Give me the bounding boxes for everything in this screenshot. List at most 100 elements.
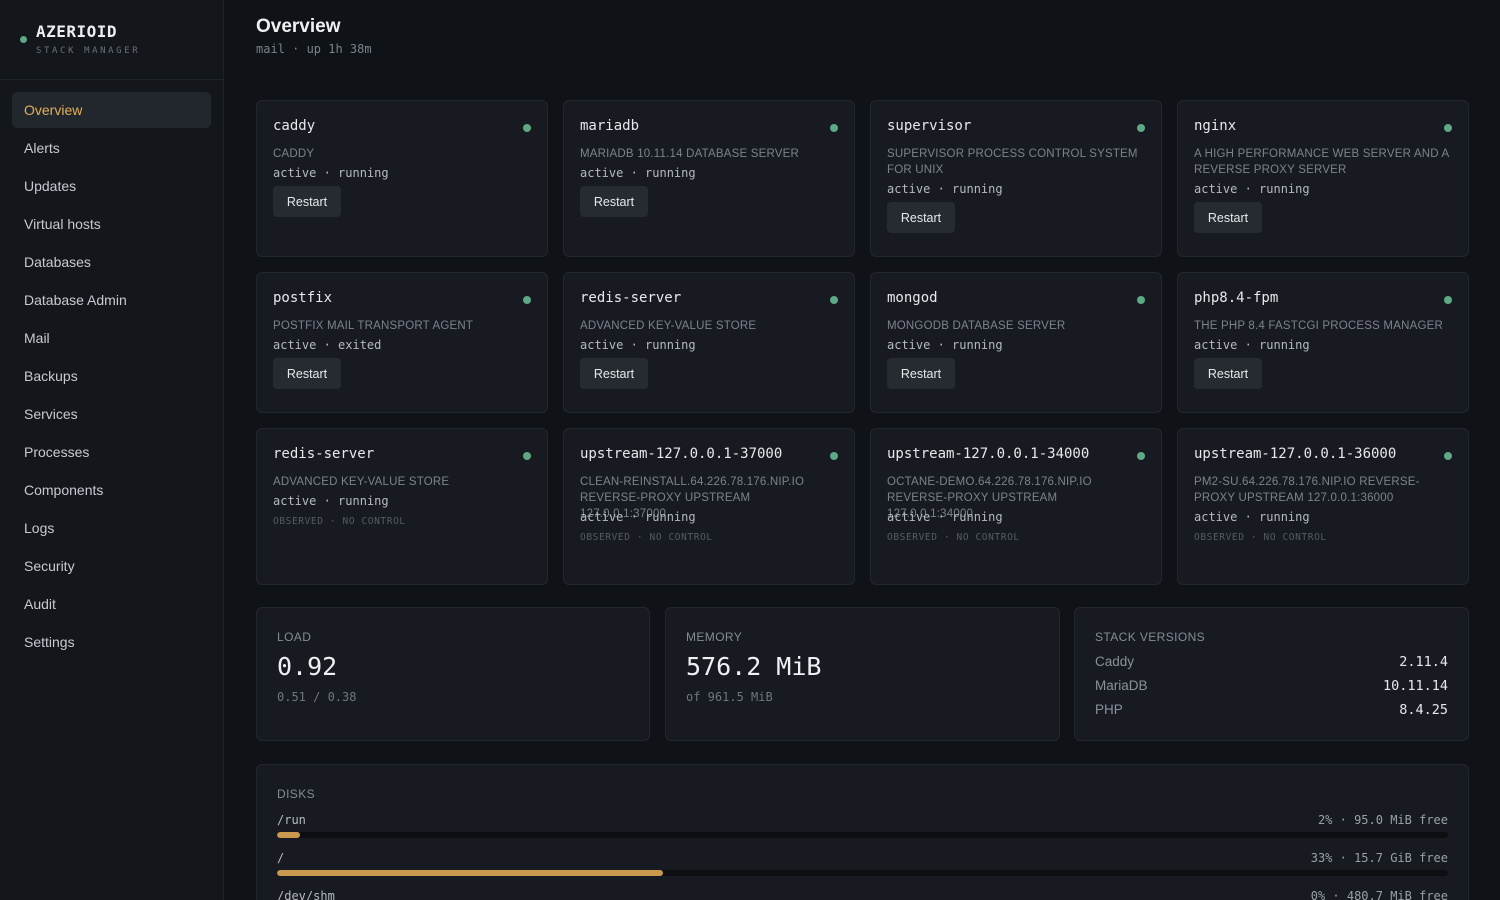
restart-button[interactable]: Restart (580, 358, 648, 389)
disks-card: DISKS /run 2% · 95.0 MiB free / 33% · 15.7 … (256, 764, 1469, 900)
disk-usage: 2% · 95.0 MiB free (1317, 813, 1448, 827)
load-sub: 0.51 / 0.38 (277, 690, 357, 704)
service-description: A HIGH PERFORMANCE WEB SERVER AND A REVE… (1194, 148, 1449, 176)
service-state: active · running (580, 510, 696, 524)
sidebar-item-label: Services (24, 406, 78, 422)
service-name: redis-server (273, 446, 375, 462)
restart-button[interactable]: Restart (273, 186, 341, 217)
memory-sub: of 961.5 MiB (686, 690, 773, 704)
service-state: active · running (887, 510, 1003, 524)
component-version: 10.11.14 (1382, 678, 1448, 694)
service-card: supervisor SUPERVISOR PROCESS CONTROL SYS… (870, 100, 1162, 257)
component-name: MariaDB (1095, 678, 1148, 693)
sidebar-item-security[interactable]: Security (12, 548, 211, 584)
status-dot-icon (20, 36, 27, 43)
status-dot-icon (830, 296, 838, 304)
service-name: upstream-127.0.0.1-36000 (1194, 446, 1397, 462)
sidebar-item-logs[interactable]: Logs (12, 510, 211, 546)
service-state: active · running (1194, 338, 1310, 352)
service-description: POSTFIX MAIL TRANSPORT AGENT (273, 320, 474, 332)
sidebar-item-mail[interactable]: Mail (12, 320, 211, 356)
disk-row: /dev/shm 0% · 480.7 MiB free (277, 889, 1448, 900)
service-name: mariadb (580, 118, 640, 134)
status-dot-icon (1137, 452, 1145, 460)
sidebar-item-databases[interactable]: Databases (12, 244, 211, 280)
stack-versions-label: STACK VERSIONS (1095, 630, 1206, 644)
restart-button[interactable]: Restart (273, 358, 341, 389)
memory-label: MEMORY (686, 630, 743, 644)
component-name: Caddy (1095, 654, 1135, 669)
restart-button[interactable]: Restart (887, 358, 955, 389)
service-name: upstream-127.0.0.1-34000 (887, 446, 1090, 462)
sidebar-nav: Overview Alerts Updates Virtual hosts Databa… (12, 92, 211, 662)
sidebar-item-updates[interactable]: Updates (12, 168, 211, 204)
sidebar-item-virtual-hosts[interactable]: Virtual hosts (12, 206, 211, 242)
service-name: supervisor (887, 118, 972, 134)
service-card: mariadb MARIADB 10.11.14 DATABASE SERVER a… (563, 100, 855, 257)
status-dot-icon (1137, 296, 1145, 304)
load-value: 0.92 (277, 652, 338, 681)
disk-mount: /dev/shm (277, 889, 335, 900)
status-dot-icon (1137, 124, 1145, 132)
sidebar-item-settings[interactable]: Settings (12, 624, 211, 660)
sidebar-item-alerts[interactable]: Alerts (12, 130, 211, 166)
service-description: SUPERVISOR PROCESS CONTROL SYSTEM FOR UN… (887, 148, 1138, 176)
component-version: 8.4.25 (1399, 702, 1448, 718)
sidebar-item-label: Audit (24, 596, 56, 612)
restart-button[interactable]: Restart (1194, 202, 1262, 233)
disk-mount: /run (277, 813, 306, 827)
service-state: active · running (580, 338, 696, 352)
version-row: PHP 8.4.25 (1095, 702, 1448, 718)
brand: AZERIOID STACK MANAGER (0, 0, 223, 80)
service-card: upstream-127.0.0.1-37000 CLEAN-REINSTALL.… (563, 428, 855, 585)
sidebar: AZERIOID STACK MANAGER Overview Alerts Upd… (0, 0, 224, 900)
status-dot-icon (830, 452, 838, 460)
service-card: caddy CADDY active · running Restart (256, 100, 548, 257)
status-dot-icon (1444, 452, 1452, 460)
disk-usage-bar (277, 832, 1448, 838)
restart-button[interactable]: Restart (580, 186, 648, 217)
restart-button[interactable]: Restart (1194, 358, 1262, 389)
restart-button[interactable]: Restart (887, 202, 955, 233)
service-card: php8.4-fpm THE PHP 8.4 FASTCGI PROCESS MA… (1177, 272, 1469, 413)
memory-value: 576.2 MiB (686, 652, 822, 681)
sidebar-item-label: Logs (24, 520, 55, 536)
sidebar-item-overview[interactable]: Overview (12, 92, 211, 128)
sidebar-item-label: Alerts (24, 140, 60, 156)
sidebar-item-audit[interactable]: Audit (12, 586, 211, 622)
component-version: 2.11.4 (1399, 654, 1448, 670)
service-card: redis-server ADVANCED KEY-VALUE STORE acti… (563, 272, 855, 413)
sidebar-item-services[interactable]: Services (12, 396, 211, 432)
service-card: upstream-127.0.0.1-34000 OCTANE-DEMO.64.2… (870, 428, 1162, 585)
status-dot-icon (523, 296, 531, 304)
sidebar-item-label: Settings (24, 634, 75, 650)
sidebar-item-label: Mail (24, 330, 50, 346)
sidebar-item-database-admin[interactable]: Database Admin (12, 282, 211, 318)
service-name: postfix (273, 290, 333, 306)
disk-mount: / (277, 851, 285, 865)
service-state: active · running (273, 494, 389, 508)
observed-badge: OBSERVED · NO CONTROL (580, 532, 713, 543)
service-description: MARIADB 10.11.14 DATABASE SERVER (580, 148, 800, 160)
memory-card: MEMORY 576.2 MiB of 961.5 MiB (665, 607, 1060, 741)
service-description: ADVANCED KEY-VALUE STORE (273, 476, 450, 488)
disk-header: / 33% · 15.7 GiB free (277, 851, 1448, 865)
observed-badge: OBSERVED · NO CONTROL (1194, 532, 1327, 543)
sidebar-item-backups[interactable]: Backups (12, 358, 211, 394)
disk-header: /dev/shm 0% · 480.7 MiB free (277, 889, 1448, 900)
status-dot-icon (830, 124, 838, 132)
stack-versions-card: STACK VERSIONS Caddy 2.11.4 MariaDB 10.11.1… (1074, 607, 1469, 741)
service-state: active · running (580, 166, 696, 180)
service-state: active · running (887, 182, 1003, 196)
sidebar-item-label: Updates (24, 178, 77, 194)
sidebar-item-components[interactable]: Components (12, 472, 211, 508)
service-description: ADVANCED KEY-VALUE STORE (580, 320, 757, 332)
service-name: nginx (1194, 118, 1237, 134)
page-subtitle: mail · up 1h 38m (256, 42, 372, 56)
sidebar-item-processes[interactable]: Processes (12, 434, 211, 470)
sidebar-item-label: Security (24, 558, 75, 574)
sidebar-item-label: Overview (24, 102, 83, 118)
service-card: upstream-127.0.0.1-36000 PM2-SU.64.226.78… (1177, 428, 1469, 585)
brand-name: AZERIOID (36, 22, 118, 41)
disk-usage-fill (277, 832, 301, 838)
